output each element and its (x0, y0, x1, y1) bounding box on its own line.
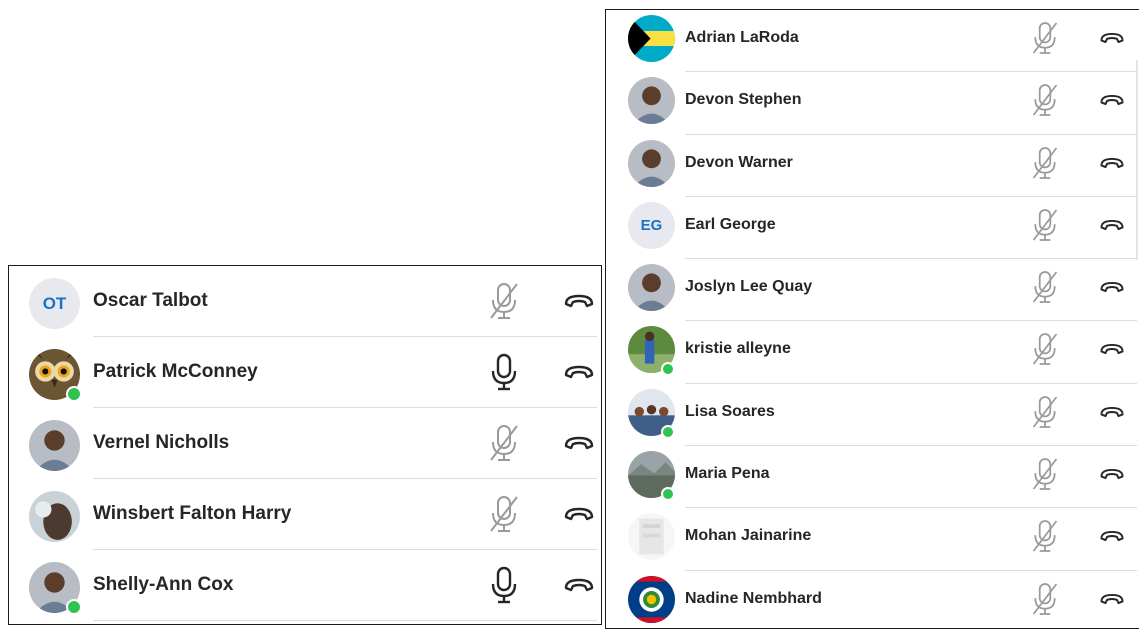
participant-name: Lisa Soares (685, 402, 775, 420)
hang-up-icon[interactable] (1099, 92, 1125, 108)
hang-up-icon[interactable] (563, 505, 595, 523)
microphone-muted-icon[interactable] (1030, 582, 1060, 616)
hang-up-icon[interactable] (1099, 279, 1125, 295)
avatar (628, 139, 675, 187)
participant-name: Maria Pena (685, 465, 770, 483)
participant-row-oscar-talbot[interactable]: OT Oscar Talbot (9, 266, 601, 337)
participant-row-devon-stephen[interactable]: Devon Stephen (606, 72, 1139, 135)
participant-row-kristie-alleyne[interactable]: kristie alleyne (606, 321, 1139, 384)
microphone-muted-icon[interactable] (487, 282, 521, 320)
participant-row-nadine-nembhard[interactable]: Nadine Nembhard (606, 571, 1139, 628)
microphone-muted-icon[interactable] (487, 495, 521, 533)
microphone-muted-icon[interactable] (1030, 395, 1060, 429)
avatar (628, 513, 675, 561)
hang-up-icon[interactable] (1099, 217, 1125, 233)
microphone-muted-icon[interactable] (1030, 21, 1060, 55)
participant-name: Winsbert Falton Harry (93, 503, 292, 524)
participant-row-earl-george[interactable]: EG Earl George (606, 197, 1139, 260)
participant-name: Oscar Talbot (93, 290, 208, 311)
participant-row-vernel-nicholls[interactable]: Vernel Nicholls (9, 408, 601, 479)
participant-row-winsbert-falton-harry[interactable]: Winsbert Falton Harry (9, 479, 601, 550)
avatar (29, 491, 80, 542)
participant-row-mohan-jainarine[interactable]: Mohan Jainarine (606, 508, 1139, 571)
hang-up-icon[interactable] (1099, 404, 1125, 420)
row-divider (93, 620, 597, 621)
hang-up-icon[interactable] (563, 576, 595, 594)
hang-up-icon[interactable] (1099, 341, 1125, 357)
avatar (628, 77, 675, 125)
presence-online-icon (66, 386, 82, 402)
participant-name: Vernel Nicholls (93, 432, 230, 453)
presence-online-icon (661, 424, 675, 439)
microphone-muted-icon[interactable] (1030, 270, 1060, 304)
avatar: EG (628, 201, 675, 249)
participant-row-maria-pena[interactable]: Maria Pena (606, 446, 1139, 509)
hang-up-icon[interactable] (1099, 30, 1125, 46)
participant-name: Adrian LaRoda (685, 29, 799, 46)
avatar (29, 420, 80, 471)
hang-up-icon[interactable] (563, 434, 595, 452)
participant-row-adrian-laroda[interactable]: Adrian LaRoda (606, 10, 1139, 73)
microphone-muted-icon[interactable] (1030, 208, 1060, 242)
avatar (628, 264, 675, 312)
microphone-icon[interactable] (487, 566, 521, 604)
hang-up-icon[interactable] (563, 292, 595, 310)
participant-name: Earl George (685, 215, 776, 233)
participant-row-shelly-ann-cox[interactable]: Shelly-Ann Cox (9, 550, 601, 621)
participant-name: Patrick McConney (93, 361, 258, 382)
participant-row-devon-warner[interactable]: Devon Warner (606, 135, 1139, 197)
participant-name: Devon Warner (685, 153, 793, 171)
participant-name: Shelly-Ann Cox (93, 574, 234, 595)
hang-up-icon[interactable] (1099, 528, 1125, 544)
participants-panel-left: OT Oscar Talbot Patrick McConney Vernel Nic… (8, 265, 602, 625)
hang-up-icon[interactable] (1099, 466, 1125, 482)
participant-row-patrick-mcconney[interactable]: Patrick McConney (9, 337, 601, 408)
presence-online-icon (661, 487, 675, 502)
hang-up-icon[interactable] (1099, 155, 1125, 171)
microphone-muted-icon[interactable] (1030, 519, 1060, 553)
avatar: OT (29, 278, 80, 329)
hang-up-icon[interactable] (1099, 591, 1125, 607)
presence-online-icon (661, 362, 675, 377)
participant-row-lisa-soares[interactable]: Lisa Soares (606, 384, 1139, 447)
avatar (628, 15, 675, 62)
microphone-muted-icon[interactable] (1030, 83, 1060, 117)
participant-name: Devon Stephen (685, 91, 802, 109)
hang-up-icon[interactable] (563, 363, 595, 381)
participant-name: Mohan Jainarine (685, 527, 812, 545)
avatar (628, 575, 675, 623)
participant-name: kristie alleyne (685, 340, 791, 358)
participant-name: Joslyn Lee Quay (685, 278, 813, 296)
microphone-muted-icon[interactable] (1030, 146, 1060, 180)
participants-panel-right: Adrian LaRoda Devon Stephen Devon Warner EG… (605, 9, 1139, 629)
microphone-muted-icon[interactable] (1030, 332, 1060, 366)
participant-name: Nadine Nembhard (685, 589, 822, 607)
participant-row-joslyn-lee-quay[interactable]: Joslyn Lee Quay (606, 259, 1139, 322)
microphone-muted-icon[interactable] (487, 424, 521, 462)
presence-online-icon (66, 599, 82, 615)
microphone-muted-icon[interactable] (1030, 457, 1060, 491)
microphone-icon[interactable] (487, 353, 521, 391)
